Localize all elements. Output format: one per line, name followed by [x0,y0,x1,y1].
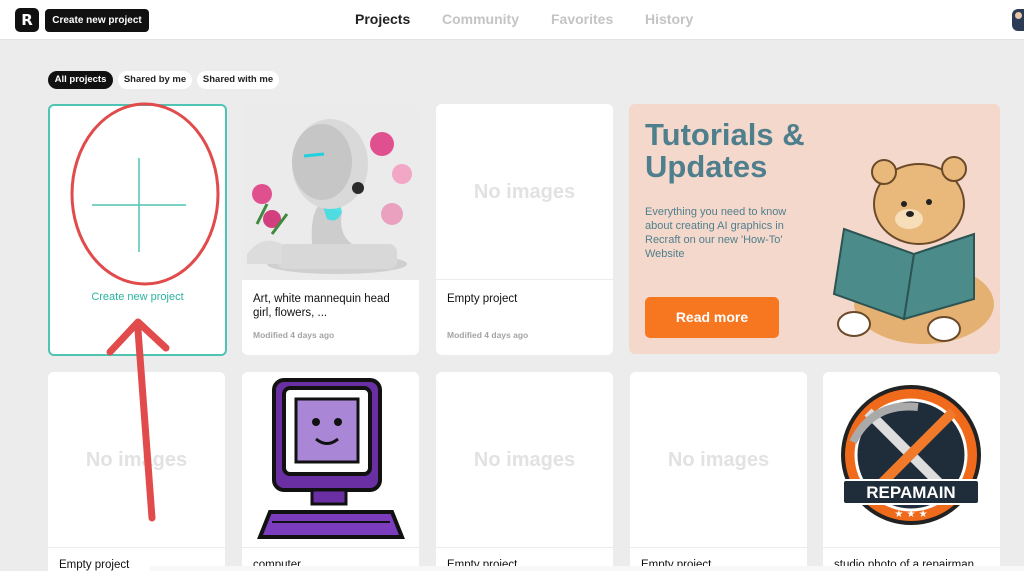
plus-icon [92,158,186,252]
app-logo[interactable]: R [15,8,39,32]
project-card[interactable]: REPAMAIN ★ ★ ★ studio photo of a repairm… [823,372,1000,571]
tutorials-card: Tutorials & Updates Everything you need … [629,104,1000,354]
repairman-logo-text: REPAMAIN [866,483,955,502]
no-images-placeholder: No images [473,449,576,471]
create-new-project-label: Create new project [91,291,184,303]
project-title: Art, white mannequin head girl, flowers,… [253,293,390,319]
project-title: Empty project [59,559,130,571]
tutorials-description: Everything you need to know about creati… [645,206,787,260]
filter-shared-by-me[interactable]: Shared by me [118,71,192,89]
no-images-placeholder: No images [85,449,188,471]
tutorials-title: Tutorials & Updates [645,117,805,184]
project-thumbnail: REPAMAIN ★ ★ ★ [823,372,1000,548]
tab-history[interactable]: History [645,11,693,27]
bear-reading-illustration [832,156,994,344]
project-card[interactable]: No images Empty project Modified 4 days … [436,104,613,355]
project-card[interactable]: Art, white mannequin head girl, flowers,… [242,104,419,355]
project-card[interactable]: computer [242,372,419,571]
project-thumbnail: No images [436,104,613,280]
project-thumbnail: No images [630,372,807,548]
tab-favorites[interactable]: Favorites [551,11,613,27]
computer-image [257,378,405,539]
create-new-project-button[interactable]: Create new project [45,9,149,32]
repairman-logo-image: REPAMAIN ★ ★ ★ [841,385,981,525]
filter-shared-with-me[interactable]: Shared with me [197,71,279,89]
no-images-placeholder: No images [667,449,770,471]
svg-text:★ ★ ★: ★ ★ ★ [894,509,927,520]
mannequin-image [242,104,419,280]
project-thumbnail [242,372,419,548]
top-bar: R Create new project Projects Community … [0,0,1024,40]
project-card[interactable]: No images Empty project [630,372,807,571]
read-more-button[interactable]: Read more [645,297,779,338]
tab-community[interactable]: Community [442,11,519,27]
project-title: Empty project [447,293,518,305]
tab-projects[interactable]: Projects [355,11,410,27]
project-thumbnail: No images [48,372,225,548]
avatar[interactable] [1012,9,1024,31]
filter-all-projects[interactable]: All projects [48,71,113,89]
project-modified: Modified 4 days ago [447,330,529,340]
project-modified: Modified 4 days ago [253,330,335,340]
project-thumbnail [242,104,419,280]
project-card[interactable]: No images Empty project [436,372,613,571]
project-card[interactable]: No images Empty project [48,372,225,571]
project-thumbnail: No images [436,372,613,548]
create-new-project-card[interactable]: Create new project [48,104,227,356]
bottom-scroll-area [150,566,1024,571]
no-images-placeholder: No images [473,181,576,203]
